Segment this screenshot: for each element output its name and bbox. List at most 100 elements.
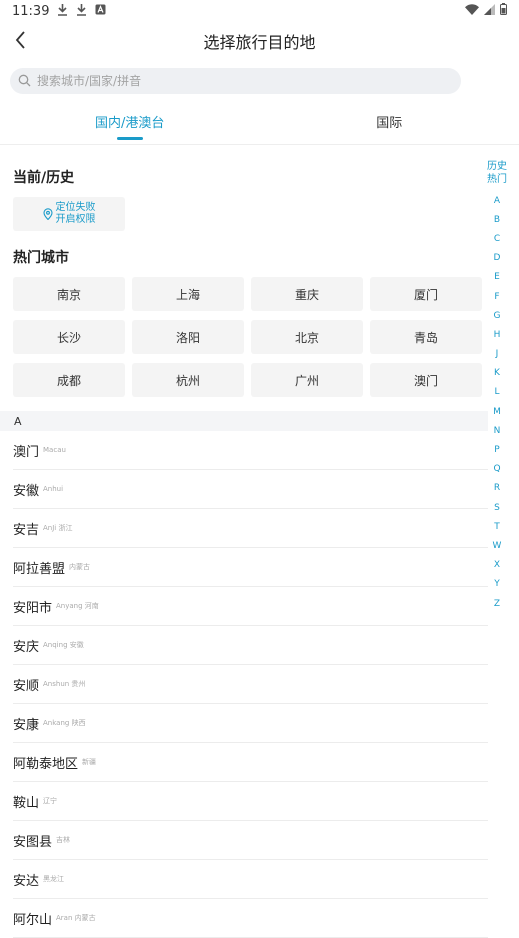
city-subtitle: Anhui [43, 485, 63, 493]
search-bar[interactable] [10, 68, 461, 94]
hot-city[interactable]: 杭州 [132, 363, 244, 397]
city-subtitle: Anqing 安徽 [43, 640, 84, 650]
index-letter[interactable]: Y [494, 575, 500, 594]
region-tabs: 国内/港澳台 国际 [0, 98, 519, 145]
city-subtitle: 内蒙古 [69, 562, 90, 572]
locate-failed-label: 定位失败 [56, 202, 96, 214]
city-name: 安吉 [13, 519, 39, 538]
index-letter[interactable]: E [494, 268, 500, 287]
app-notification-icon [95, 4, 106, 18]
alphabet-index: 历史 热门 A B C D E F G H J K L M N P Q R S … [485, 160, 509, 613]
list-item[interactable]: 鞍山辽宁 [13, 782, 488, 821]
city-name: 安康 [13, 714, 39, 733]
city-subtitle: 黑龙江 [43, 874, 64, 884]
locate-permission-button[interactable]: 定位失败 开启权限 [13, 197, 125, 231]
hot-cities-grid: 南京 上海 重庆 厦门 长沙 洛阳 北京 青岛 成都 杭州 广州 澳门 [0, 277, 519, 397]
index-hot[interactable]: 热门 [487, 173, 507, 186]
hot-city[interactable]: 澳门 [370, 363, 482, 397]
tab-international[interactable]: 国际 [260, 98, 519, 144]
hot-city[interactable]: 上海 [132, 277, 244, 311]
index-letter[interactable]: L [494, 383, 499, 402]
index-letter[interactable]: T [494, 517, 500, 536]
list-item[interactable]: 阿尔山 Aran 内蒙古 [13, 899, 488, 938]
header: 选择旅行目的地 [0, 22, 519, 60]
city-subtitle: Macau [43, 446, 66, 454]
city-subtitle: Anshun 贵州 [43, 679, 85, 689]
index-letter[interactable]: B [494, 210, 500, 229]
download-icon [76, 4, 87, 19]
list-item[interactable]: 安徽 Anhui [13, 470, 488, 509]
location-pin-icon [43, 205, 53, 224]
index-letter[interactable]: Z [494, 594, 500, 613]
signal-icon [484, 4, 495, 19]
hot-city[interactable]: 广州 [251, 363, 363, 397]
index-letter[interactable]: X [494, 556, 500, 575]
tab-domestic[interactable]: 国内/港澳台 [0, 98, 260, 144]
status-time: 11:39 [12, 4, 49, 19]
city-name: 阿勒泰地区 [13, 753, 78, 772]
city-subtitle: 吉林 [56, 835, 70, 845]
city-subtitle: Ankang 陕西 [43, 718, 86, 728]
city-name: 安阳市 [13, 597, 52, 616]
index-letter[interactable]: S [494, 498, 500, 517]
index-history[interactable]: 历史 [487, 160, 507, 173]
city-name: 鞍山 [13, 792, 39, 811]
chevron-left-icon [10, 28, 34, 52]
city-subtitle: AnJi 浙江 [43, 523, 72, 533]
index-letter[interactable]: F [494, 287, 499, 306]
city-subtitle: Anyang 河南 [56, 601, 99, 611]
index-letter[interactable]: M [493, 402, 501, 421]
city-name: 安庆 [13, 636, 39, 655]
city-name: 阿拉善盟 [13, 558, 65, 577]
city-list: 澳门 Macau 安徽 Anhui 安吉 AnJi 浙江 阿拉善盟内蒙古 安阳市 Any… [0, 431, 488, 938]
search-input[interactable] [35, 73, 359, 89]
index-letter[interactable]: A [494, 191, 500, 210]
city-subtitle: Aran 内蒙古 [56, 913, 96, 923]
hot-city[interactable]: 青岛 [370, 320, 482, 354]
index-letter[interactable]: W [493, 536, 502, 555]
letter-section-header: A [0, 411, 488, 431]
enable-permission-label: 开启权限 [56, 214, 96, 226]
wifi-icon [465, 4, 479, 19]
city-name: 安徽 [13, 480, 39, 499]
index-letter[interactable]: G [494, 306, 501, 325]
list-item[interactable]: 阿勒泰地区新疆 [13, 743, 488, 782]
hot-city[interactable]: 长沙 [13, 320, 125, 354]
list-item[interactable]: 阿拉善盟内蒙古 [13, 548, 488, 587]
list-item[interactable]: 安吉 AnJi 浙江 [13, 509, 488, 548]
city-name: 安图县 [13, 831, 52, 850]
index-letter[interactable]: D [494, 249, 501, 268]
index-letter[interactable]: J [496, 345, 499, 364]
hot-city[interactable]: 洛阳 [132, 320, 244, 354]
city-subtitle: 辽宁 [43, 796, 57, 806]
list-item[interactable]: 安图县吉林 [13, 821, 488, 860]
current-history-heading: 当前/历史 [0, 167, 519, 187]
city-name: 阿尔山 [13, 909, 52, 928]
list-item[interactable]: 安康 Ankang 陕西 [13, 704, 488, 743]
index-letter[interactable]: K [494, 364, 500, 383]
hot-city[interactable]: 北京 [251, 320, 363, 354]
index-letter[interactable]: P [494, 440, 499, 459]
city-name: 澳门 [13, 441, 39, 460]
hot-city[interactable]: 南京 [13, 277, 125, 311]
list-item[interactable]: 安阳市 Anyang 河南 [13, 587, 488, 626]
index-letter[interactable]: H [494, 325, 501, 344]
hot-city[interactable]: 厦门 [370, 277, 482, 311]
search-icon [18, 72, 35, 91]
index-letter[interactable]: R [494, 479, 500, 498]
back-button[interactable] [10, 28, 34, 52]
battery-icon [500, 3, 507, 19]
list-item[interactable]: 安达黑龙江 [13, 860, 488, 899]
hot-city[interactable]: 成都 [13, 363, 125, 397]
page-title: 选择旅行目的地 [203, 29, 315, 53]
index-letter[interactable]: N [494, 421, 501, 440]
city-subtitle: 新疆 [82, 757, 96, 767]
city-name: 安达 [13, 870, 39, 889]
list-item[interactable]: 安庆 Anqing 安徽 [13, 626, 488, 665]
list-item[interactable]: 澳门 Macau [13, 431, 488, 470]
index-letter[interactable]: Q [493, 460, 500, 479]
list-item[interactable]: 安顺Anshun 贵州 [13, 665, 488, 704]
index-letter[interactable]: C [494, 229, 500, 248]
download-icon [57, 4, 68, 19]
hot-city[interactable]: 重庆 [251, 277, 363, 311]
